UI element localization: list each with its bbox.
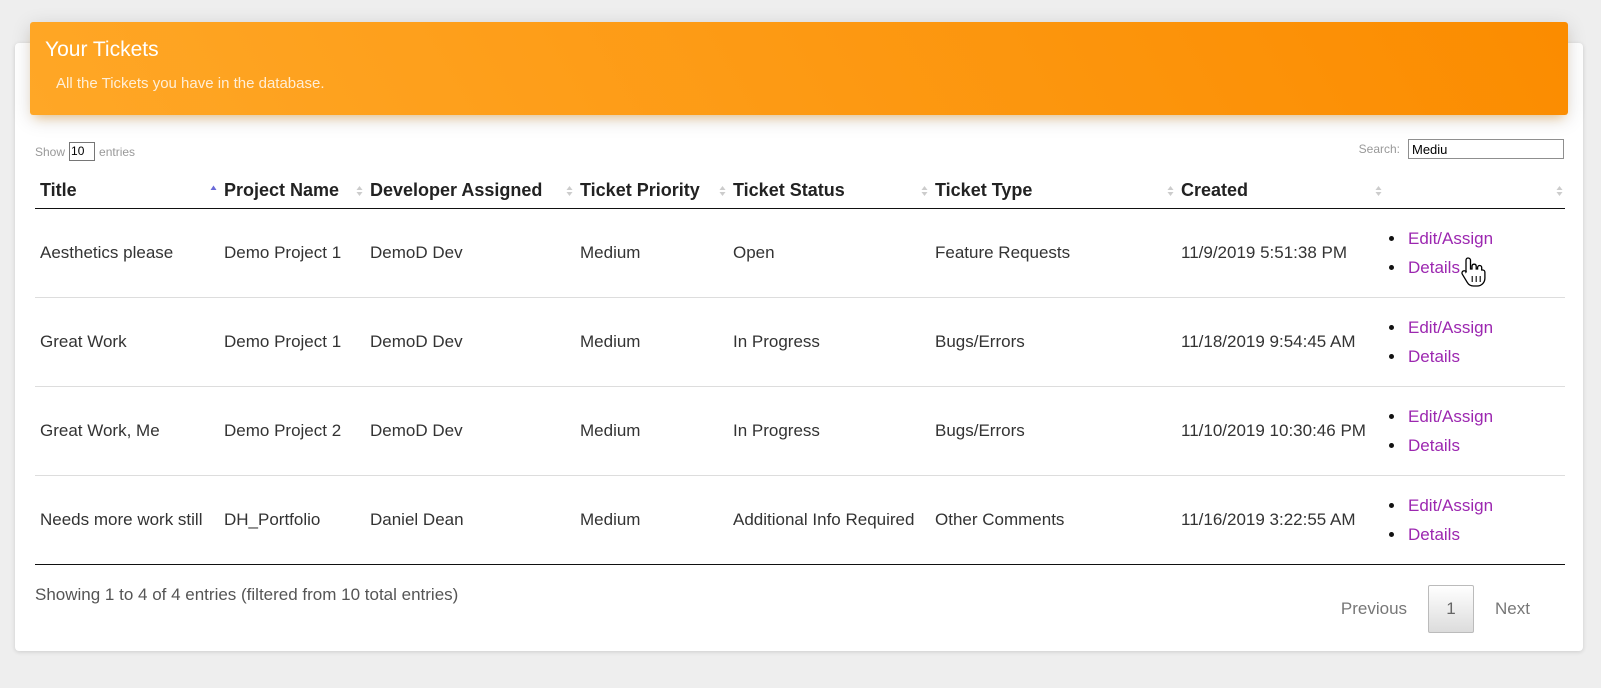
pagination: Previous 1 Next — [1325, 585, 1546, 633]
search-input[interactable] — [1408, 139, 1564, 159]
cell-actions: Edit/Assign Details — [1384, 208, 1565, 298]
cell-type: Bugs/Errors — [930, 386, 1176, 476]
table-body: Aesthetics please Demo Project 1 DemoD Dev… — [35, 208, 1565, 565]
sort-both-icon — [1167, 186, 1174, 196]
sort-both-icon — [566, 186, 573, 196]
details-link[interactable]: Details — [1408, 436, 1460, 455]
cell-project-name: Demo Project 1 — [219, 208, 365, 298]
column-header-developer-assigned[interactable]: Developer Assigned — [365, 172, 575, 209]
entries-length-control: Show 10 entries — [35, 142, 135, 161]
action-list: Edit/Assign Details — [1389, 491, 1560, 549]
previous-button[interactable]: Previous — [1325, 599, 1423, 619]
table-row: Aesthetics please Demo Project 1 DemoD Dev… — [35, 208, 1565, 298]
action-list-item: Edit/Assign — [1389, 491, 1560, 520]
edit-assign-link[interactable]: Edit/Assign — [1408, 407, 1493, 426]
page-title: Your Tickets — [45, 38, 159, 61]
cell-status: In Progress — [728, 386, 930, 476]
cell-project-name: Demo Project 2 — [219, 386, 365, 476]
cell-priority: Medium — [575, 475, 728, 565]
cell-actions: Edit/Assign Details — [1384, 386, 1565, 476]
column-header-label: Project Name — [224, 179, 340, 200]
edit-assign-link[interactable]: Edit/Assign — [1408, 229, 1493, 248]
column-header-label: Created — [1181, 179, 1249, 200]
action-list: Edit/Assign Details — [1389, 224, 1560, 282]
table-info: Showing 1 to 4 of 4 entries (filtered fr… — [35, 585, 459, 604]
page-subtitle: All the Tickets you have in the database… — [56, 75, 325, 92]
cell-priority: Medium — [575, 297, 728, 387]
page-1-button[interactable]: 1 — [1428, 585, 1475, 633]
column-header-title[interactable]: Title — [35, 172, 219, 209]
column-header-created[interactable]: Created — [1176, 172, 1384, 209]
cell-actions: Edit/Assign Details — [1384, 297, 1565, 387]
table-header-row: Title Project Name Developer Assigned Ticke… — [35, 172, 1565, 209]
edit-assign-link[interactable]: Edit/Assign — [1408, 318, 1493, 337]
cell-type: Feature Requests — [930, 208, 1176, 298]
cell-status: Additional Info Required — [728, 475, 930, 565]
cell-type: Bugs/Errors — [930, 297, 1176, 387]
cell-developer: DemoD Dev — [365, 386, 575, 476]
details-link[interactable]: Details — [1408, 347, 1460, 366]
cell-created: 11/16/2019 3:22:55 AM — [1176, 475, 1384, 565]
tickets-table: Title Project Name Developer Assigned Ticke… — [35, 172, 1565, 565]
action-list-item: Edit/Assign — [1389, 224, 1560, 253]
action-list-item: Edit/Assign — [1389, 402, 1560, 431]
sort-ascending-icon — [210, 185, 217, 190]
sort-both-icon — [1556, 186, 1563, 196]
column-header-label: Title — [40, 179, 77, 200]
entries-label: entries — [99, 144, 136, 159]
search-control: Search: — [1359, 139, 1564, 159]
card-header: Your Tickets All the Tickets you have in… — [30, 22, 1568, 115]
cell-status: Open — [728, 208, 930, 298]
cell-title: Aesthetics please — [35, 208, 219, 298]
column-header-ticket-status[interactable]: Ticket Status — [728, 172, 930, 209]
show-label: Show — [35, 144, 66, 159]
column-header-label: Ticket Status — [733, 179, 845, 200]
table-row: Great Work, Me Demo Project 2 DemoD Dev Med… — [35, 386, 1565, 476]
cell-title: Needs more work still — [35, 475, 219, 565]
cell-title: Great Work, Me — [35, 386, 219, 476]
cell-type: Other Comments — [930, 475, 1176, 565]
action-list-item: Details — [1389, 520, 1560, 549]
cell-status: In Progress — [728, 297, 930, 387]
cell-project-name: Demo Project 1 — [219, 297, 365, 387]
action-list-item: Edit/Assign — [1389, 313, 1560, 342]
search-label: Search: — [1358, 142, 1400, 156]
action-list-item: Details — [1389, 431, 1560, 460]
cell-priority: Medium — [575, 208, 728, 298]
action-list-item: Details — [1389, 253, 1560, 282]
cell-developer: Daniel Dean — [365, 475, 575, 565]
column-header-label: Ticket Priority — [580, 179, 700, 200]
action-list: Edit/Assign Details — [1389, 402, 1560, 460]
cell-created: 11/9/2019 5:51:38 PM — [1176, 208, 1384, 298]
column-header-label: Developer Assigned — [370, 179, 543, 200]
cell-developer: DemoD Dev — [365, 297, 575, 387]
column-header-actions[interactable] — [1384, 172, 1565, 209]
table-row: Great Work Demo Project 1 DemoD Dev Medium I… — [35, 297, 1565, 387]
cell-title: Great Work — [35, 297, 219, 387]
next-button[interactable]: Next — [1479, 599, 1546, 619]
action-list: Edit/Assign Details — [1389, 313, 1560, 371]
column-header-project-name[interactable]: Project Name — [219, 172, 365, 209]
column-header-ticket-type[interactable]: Ticket Type — [930, 172, 1176, 209]
details-link[interactable]: Details — [1408, 258, 1460, 277]
action-list-item: Details — [1389, 342, 1560, 371]
cell-developer: DemoD Dev — [365, 208, 575, 298]
table-row: Needs more work still DH_Portfolio Daniel … — [35, 475, 1565, 565]
column-header-ticket-priority[interactable]: Ticket Priority — [575, 172, 728, 209]
cell-created: 11/10/2019 10:30:46 PM — [1176, 386, 1384, 476]
sort-both-icon — [1375, 186, 1382, 196]
entries-length-select[interactable]: 10 — [69, 142, 96, 161]
edit-assign-link[interactable]: Edit/Assign — [1408, 496, 1493, 515]
sort-both-icon — [719, 186, 726, 196]
details-link[interactable]: Details — [1408, 525, 1460, 544]
cell-project-name: DH_Portfolio — [219, 475, 365, 565]
column-header-label: Ticket Type — [935, 179, 1033, 200]
cell-priority: Medium — [575, 386, 728, 476]
cell-created: 11/18/2019 9:54:45 AM — [1176, 297, 1384, 387]
sort-both-icon — [921, 186, 928, 196]
sort-both-icon — [356, 186, 363, 196]
cell-actions: Edit/Assign Details — [1384, 475, 1565, 565]
